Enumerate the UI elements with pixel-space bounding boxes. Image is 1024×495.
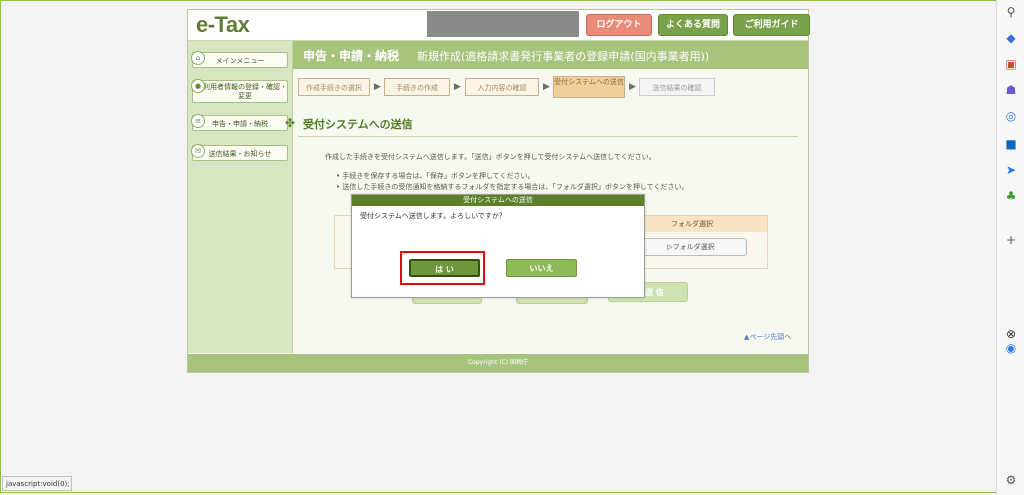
no-button[interactable]: いいえ <box>506 259 577 277</box>
step-create: 手続きの作成 <box>384 78 450 96</box>
faq-button[interactable]: よくある質問 <box>658 14 728 36</box>
step-send: 受付システムへの送信 <box>553 76 625 98</box>
bullet-save: • 手続きを保存する場合は、「保存」ボタンを押してください。 <box>336 172 535 180</box>
bullet-folder: • 送信した手続きの受信通知を格納するフォルダを指定する場合は、「フォルダ選択」… <box>336 183 689 191</box>
page-title-bar: 申告・申請・納税 新規作成(適格請求書発行事業者の登録申請(国内事業者用)) <box>293 41 808 69</box>
instruction-text: 作成した手続きを受付システムへ送信します。「送信」ボタンを押して受付システムへ送… <box>325 153 656 161</box>
send-icon[interactable]: ➤ <box>1003 162 1019 178</box>
document-icon: ≡ <box>191 114 205 128</box>
tag-icon[interactable]: ◆ <box>1003 30 1019 46</box>
section-title: ✤ 受付システムへの送信 <box>285 116 413 131</box>
gear-icon[interactable]: ⚙ <box>1003 472 1019 488</box>
search-icon[interactable]: ⚲ <box>1003 4 1019 20</box>
header: e-Tax ログアウト よくある質問 ご利用ガイド <box>188 10 810 41</box>
dialog-title: 受付システムへの送信 <box>352 195 644 206</box>
toolbox-icon[interactable]: ▣ <box>1003 56 1019 72</box>
sidebar-item-user-info[interactable]: ● 利用者情報の登録・確認・変更 <box>191 79 288 103</box>
sidebar-item-declaration[interactable]: ≡ 申告・申請・納税 <box>191 114 288 131</box>
divider <box>298 136 798 137</box>
masked-region <box>427 11 579 37</box>
arrow-right-icon: ▶ <box>374 82 381 92</box>
sidebar: ⌂ メインメニュー ● 利用者情報の登録・確認・変更 ≡ 申告・申請・納税 ✉ … <box>188 41 293 353</box>
user-icon: ● <box>191 79 205 93</box>
step-confirm: 入力内容の確認 <box>465 78 539 96</box>
browser-sidebar: ⚲ ◆ ▣ ☗ ◎ ■ ➤ ♣ + ⊗ ◉ ⚙ <box>996 0 1024 495</box>
sidebar-item-results[interactable]: ✉ 送信結果・お知らせ <box>191 144 288 161</box>
logout-button[interactable]: ログアウト <box>586 14 652 36</box>
status-bar: javascript:void(0); <box>2 476 72 491</box>
step-result: 送信結果の確認 <box>639 78 715 96</box>
step-select: 作成手続きの選択 <box>298 78 370 96</box>
etax-page: e-Tax ログアウト よくある質問 ご利用ガイド ⌂ メインメニュー ● 利用… <box>187 9 810 373</box>
folder-select-button[interactable]: ▷フォルダ選択 <box>635 238 747 256</box>
arrow-right-icon: ▶ <box>454 82 461 92</box>
footer: Copyright (C) 国税庁 <box>188 354 808 372</box>
arrow-right-icon: ▶ <box>629 82 636 92</box>
guide-button[interactable]: ご利用ガイド <box>733 14 810 36</box>
people-icon[interactable]: ☗ <box>1003 82 1019 98</box>
page-title: 申告・申請・納税 <box>303 49 400 63</box>
mail-icon: ✉ <box>191 144 205 158</box>
step-indicator: 作成手続きの選択 ▶ 手続きの作成 ▶ 入力内容の確認 ▶ 受付システムへの送信… <box>293 70 808 104</box>
sidebar-item-main-menu[interactable]: ⌂ メインメニュー <box>191 51 288 68</box>
dialog-message: 受付システムへ送信します。よろしいですか？ <box>360 212 506 220</box>
yes-button[interactable]: は い <box>409 259 480 277</box>
tree-icon[interactable]: ♣ <box>1003 188 1019 204</box>
arrow-right-icon: ▶ <box>543 82 550 92</box>
extension-icon[interactable]: ◉ <box>1003 340 1019 356</box>
confirm-dialog: 受付システムへの送信 受付システムへ送信します。よろしいですか？ は い いいえ <box>351 194 645 298</box>
home-icon: ⌂ <box>191 51 205 65</box>
clover-icon: ✤ <box>285 116 296 130</box>
outlook-icon[interactable]: ■ <box>1003 136 1019 152</box>
page-subtitle: 新規作成(適格請求書発行事業者の登録申請(国内事業者用)) <box>417 50 710 63</box>
add-icon[interactable]: + <box>1003 232 1019 248</box>
copilot-icon[interactable]: ◎ <box>1003 108 1019 124</box>
etax-logo: e-Tax <box>196 12 250 37</box>
back-to-top-link[interactable]: ▲ページ先頭へ <box>744 332 791 342</box>
